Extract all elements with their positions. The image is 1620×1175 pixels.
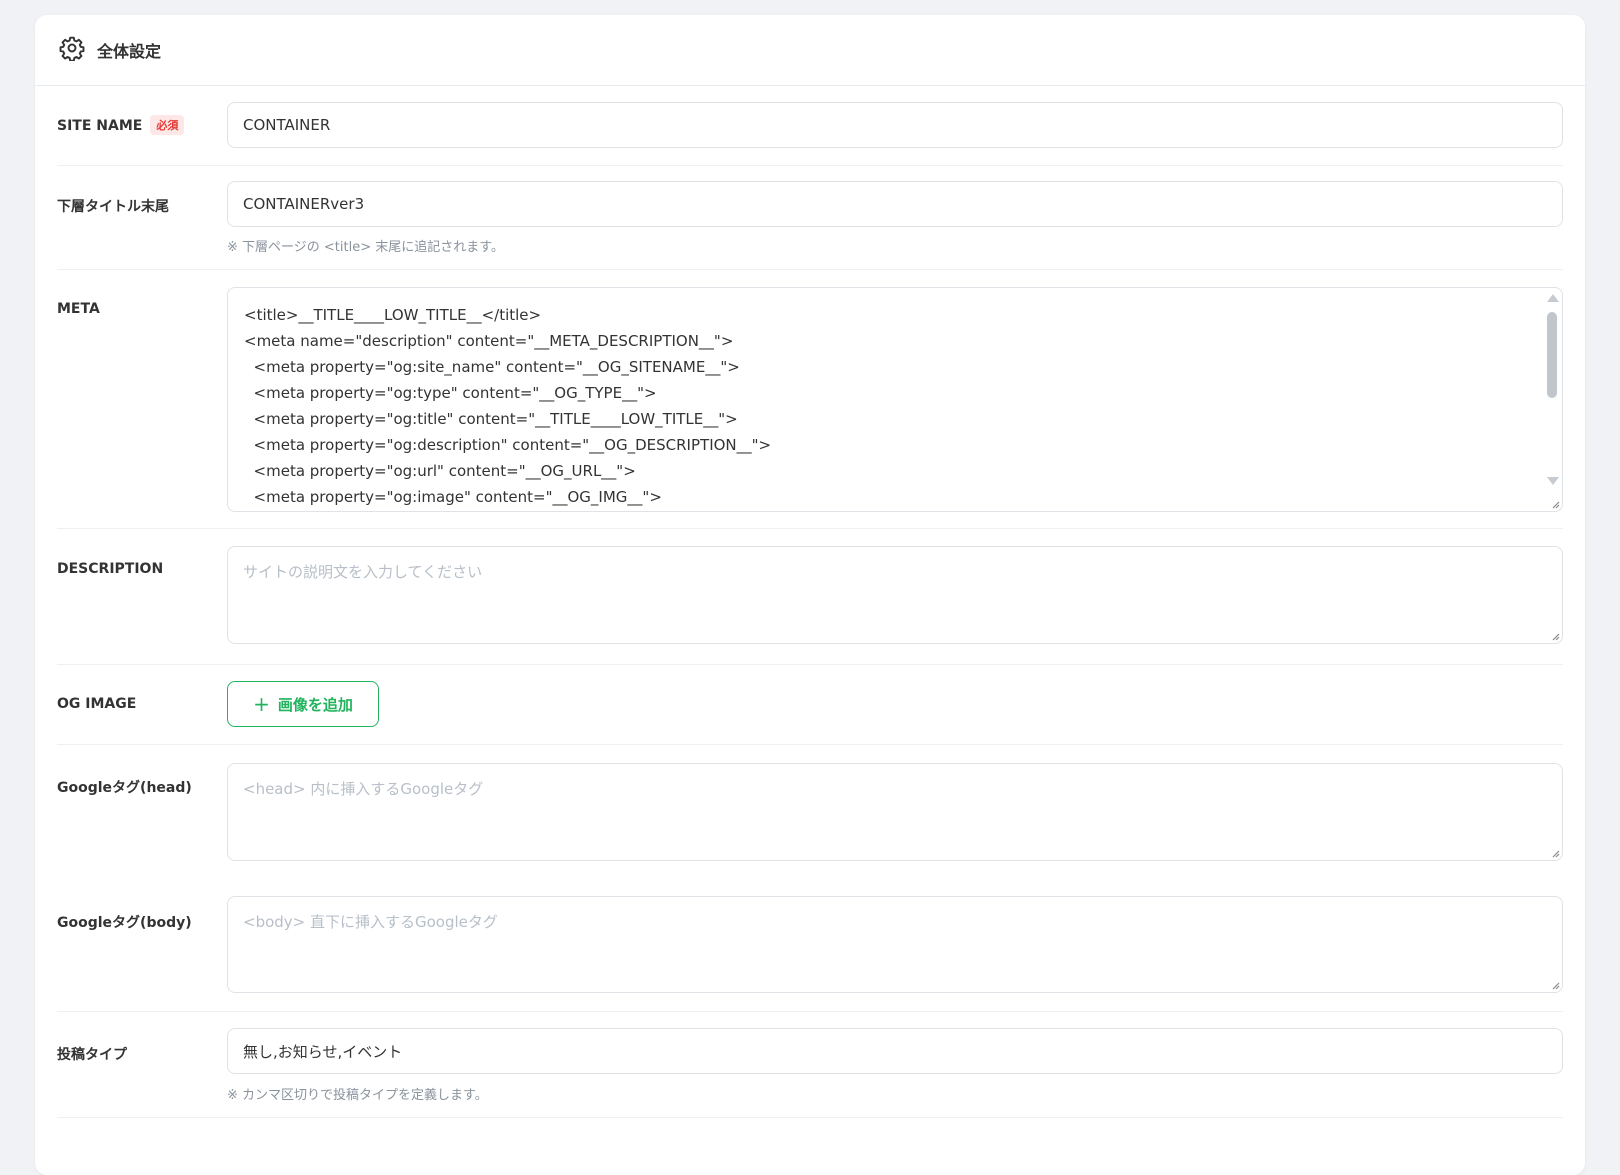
meta-code-line: <meta name="description" content="__META… [244, 332, 734, 350]
plus-icon: + [253, 692, 270, 716]
post-type-hint: ※ カンマ区切りで投稿タイプを定義します。 [227, 1088, 488, 1103]
post-type-label: 投稿タイプ [57, 1047, 127, 1063]
google-body-textarea[interactable]: <body> 直下に挿入するGoogleタグ [227, 896, 1563, 993]
scroll-thumb[interactable] [1547, 312, 1557, 398]
meta-code: <title>__TITLE____LOW_TITLE__</title> <me… [244, 302, 772, 511]
google-head-textarea[interactable]: <head> 内に挿入するGoogleタグ [227, 763, 1563, 861]
lower-title-row: 下層タイトル末尾 CONTAINERver3 ※ 下層ページの <title> … [57, 165, 1563, 270]
og-image-label: OG IMAGE [57, 696, 137, 712]
resize-handle-icon[interactable] [1550, 980, 1560, 990]
meta-code-line: <meta property="og:type" content="__OG_T… [244, 384, 657, 402]
settings-card: 全体設定 SITE NAME 必須 CONTAINER 下層タイトル末尾 CONT… [35, 15, 1585, 1175]
meta-code-line: <meta property="og:image" content="__OG_… [244, 488, 662, 506]
post-type-input[interactable]: 無し,お知らせ,イベント [227, 1028, 1563, 1074]
lower-title-label: 下層タイトル末尾 [57, 199, 169, 215]
meta-code-line: <meta property="og:title" content="__TIT… [244, 410, 738, 428]
google-head-label: Googleタグ(head) [57, 780, 192, 796]
resize-handle-icon[interactable] [1550, 631, 1560, 641]
resize-handle-icon[interactable] [1550, 848, 1560, 858]
description-label: DESCRIPTION [57, 561, 164, 577]
description-textarea[interactable]: サイトの説明文を入力してください [227, 546, 1563, 644]
meta-scrollbar[interactable] [1542, 288, 1562, 511]
scroll-down-arrow-icon[interactable] [1547, 477, 1559, 485]
meta-code-line: <meta property="og:site_name" content="_… [244, 358, 740, 376]
add-image-button[interactable]: + 画像を追加 [227, 681, 379, 727]
google-head-row: Googleタグ(head) <head> 内に挿入するGoogleタグ [57, 744, 1563, 879]
required-badge: 必須 [150, 115, 185, 135]
site-name-label: SITE NAME 必須 [57, 115, 185, 135]
site-name-row: SITE NAME 必須 CONTAINER [57, 95, 1563, 166]
google-body-row: Googleタグ(body) <body> 直下に挿入するGoogleタグ [57, 879, 1563, 1012]
meta-code-line: <title>__TITLE____LOW_TITLE__</title> [244, 306, 542, 324]
meta-code-line: <meta property="og:image:width" content=… [244, 510, 771, 511]
page-title: 全体設定 [97, 42, 162, 61]
post-type-row: 投稿タイプ 無し,お知らせ,イベント ※ カンマ区切りで投稿タイプを定義します。 [57, 1011, 1563, 1118]
lower-title-input[interactable]: CONTAINERver3 [227, 181, 1563, 227]
scroll-up-arrow-icon[interactable] [1547, 294, 1559, 302]
og-image-row: OG IMAGE + 画像を追加 [57, 664, 1563, 745]
meta-label: META [57, 301, 100, 317]
lower-title-hint: ※ 下層ページの <title> 末尾に追記されます。 [227, 240, 504, 255]
card-header: 全体設定 [35, 15, 1585, 86]
resize-handle-icon[interactable] [1550, 499, 1560, 509]
meta-textarea[interactable]: <title>__TITLE____LOW_TITLE__</title> <me… [227, 287, 1563, 512]
description-row: DESCRIPTION サイトの説明文を入力してください [57, 528, 1563, 665]
gear-icon [59, 35, 85, 65]
site-name-input[interactable]: CONTAINER [227, 102, 1563, 148]
google-body-label: Googleタグ(body) [57, 915, 192, 931]
meta-code-line: <meta property="og:description" content=… [244, 436, 772, 454]
meta-row: META <title>__TITLE____LOW_TITLE__</titl… [57, 269, 1563, 529]
meta-code-line: <meta property="og:url" content="__OG_UR… [244, 462, 636, 480]
